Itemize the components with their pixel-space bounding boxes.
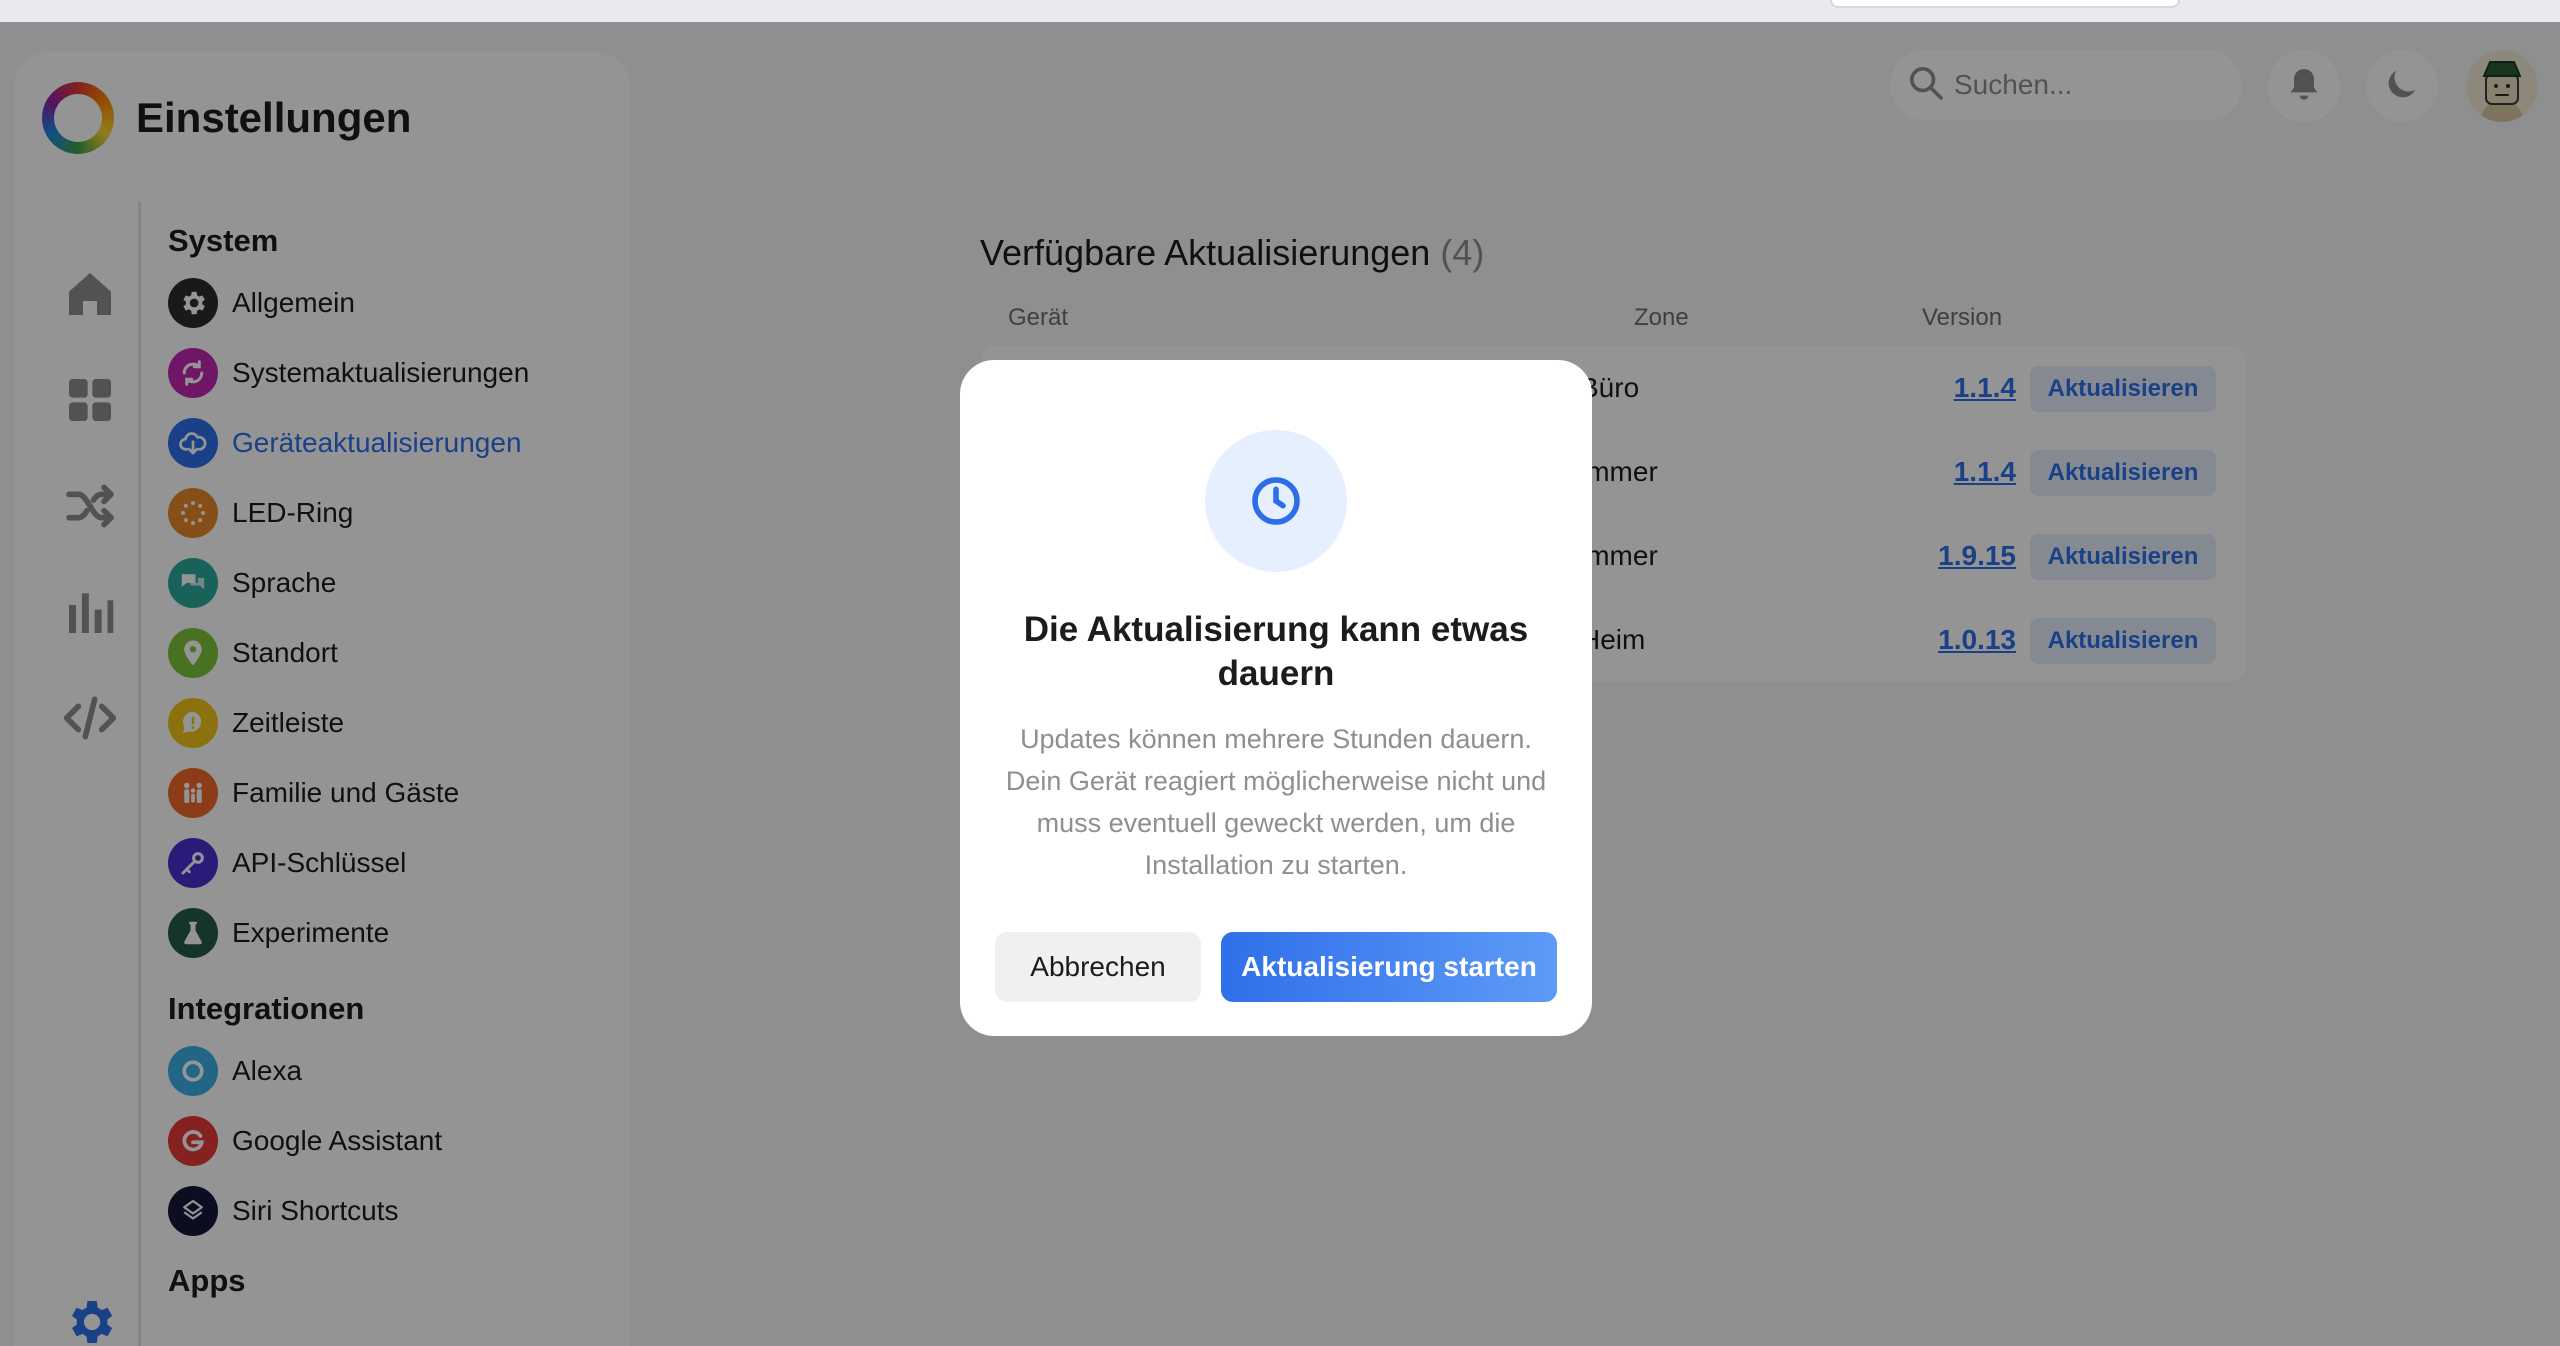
cancel-button[interactable]: Abbrechen <box>995 932 1201 1002</box>
dialog-body: Updates können mehrere Stunden dauern. D… <box>1005 724 1547 880</box>
dialog-title: Die Aktualisierung kann etwas dauern <box>1023 610 1529 693</box>
clock-icon-badge <box>1205 430 1347 572</box>
update-confirm-dialog: Die Aktualisierung kann etwas dauern Upd… <box>960 360 1592 1036</box>
clock-icon <box>1252 477 1300 525</box>
browser-top-strip <box>0 0 2560 22</box>
start-update-button[interactable]: Aktualisierung starten <box>1221 932 1557 1002</box>
horizontal-scrollbar[interactable] <box>1830 0 2180 8</box>
